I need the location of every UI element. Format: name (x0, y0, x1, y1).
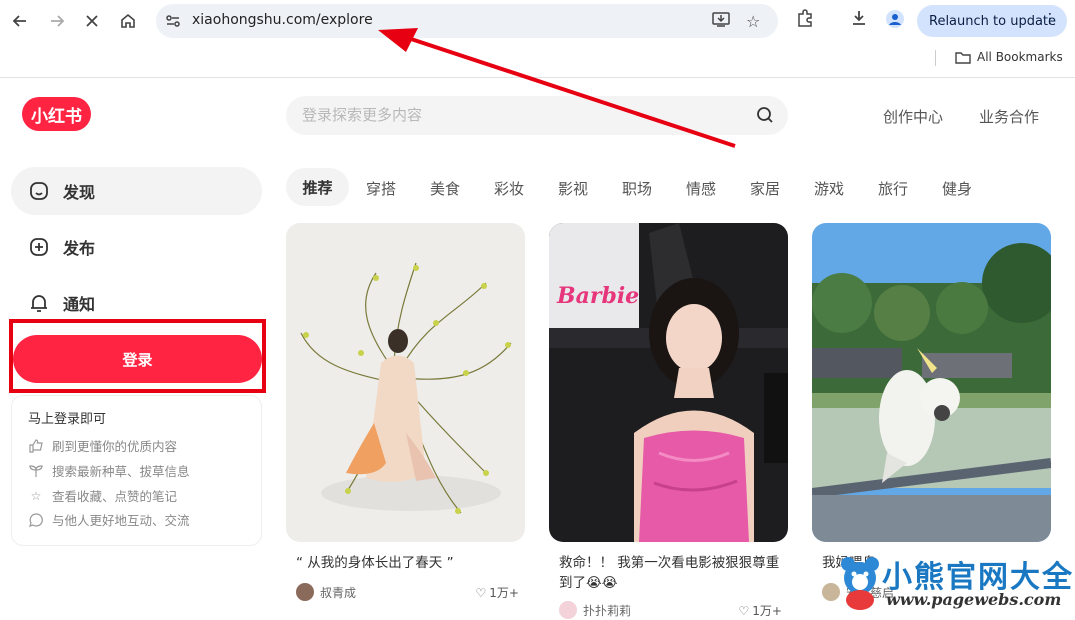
tab-travel[interactable]: 旅行 (878, 178, 908, 199)
heart-icon[interactable]: ♡ (476, 586, 487, 600)
login-prompt-card: 马上登录即可 刷到更懂你的优质内容 搜索最新种草、拔草信息 ☆ 查看收藏、点赞的… (11, 395, 262, 546)
login-tip-text: 搜索最新种草、拔草信息 (52, 464, 190, 479)
more-menu-icon[interactable]: ⋮ (1043, 11, 1057, 27)
tab-home[interactable]: 家居 (750, 178, 780, 199)
login-tip-text: 查看收藏、点赞的笔记 (52, 489, 178, 504)
install-app-icon[interactable] (712, 12, 730, 32)
extensions-icon[interactable] (796, 9, 814, 31)
all-bookmarks-label: All Bookmarks (977, 50, 1063, 64)
login-tip-text: 刷到更懂你的优质内容 (52, 439, 178, 454)
watermark: 小熊官网大全 www.pagewebs.com (836, 552, 1075, 616)
divider (0, 77, 1075, 78)
bell-icon (29, 293, 49, 313)
logo-text: 小红书 (31, 106, 82, 127)
post-image[interactable] (812, 223, 1051, 542)
plus-square-icon (29, 237, 49, 257)
login-tip: 刷到更懂你的优质内容 (28, 436, 177, 455)
author-name[interactable]: 扑扑莉莉 (583, 602, 631, 619)
sidebar-item-label: 通知 (63, 295, 96, 314)
search-icon[interactable] (756, 106, 774, 124)
avatar[interactable] (296, 583, 314, 601)
sidebar-item-discover[interactable]: 发现 (11, 167, 262, 215)
like-button[interactable]: ♡ 1万+ (476, 584, 519, 601)
post-image[interactable]: Barbie (549, 223, 788, 542)
tab-outfit[interactable]: 穿搭 (366, 178, 396, 199)
login-button[interactable]: 登录 (13, 335, 262, 383)
home-icon[interactable] (115, 8, 141, 34)
like-count: 1万+ (752, 604, 782, 618)
tab-games[interactable]: 游戏 (814, 178, 844, 199)
avatar[interactable] (559, 601, 577, 619)
site-logo[interactable]: 小红书 (22, 97, 91, 131)
url-text[interactable]: xiaohongshu.com/explore (192, 12, 373, 28)
home-icon (29, 181, 49, 201)
star-icon: ☆ (30, 488, 42, 503)
all-bookmarks-button[interactable]: All Bookmarks (955, 50, 1063, 64)
tab-makeup[interactable]: 彩妆 (494, 178, 524, 199)
login-tip-text: 与他人更好地互动、交流 (52, 513, 190, 528)
relaunch-label: Relaunch to update (929, 13, 1057, 29)
login-tip: 与他人更好地互动、交流 (28, 510, 190, 529)
post-title[interactable]: “ 从我的身体长出了春天 ” (296, 553, 521, 573)
relaunch-button[interactable]: Relaunch to update ⋮ (917, 5, 1067, 37)
stop-icon[interactable] (79, 8, 105, 34)
chat-icon (28, 512, 44, 528)
folder-icon (955, 51, 971, 64)
sidebar-item-label: 发现 (63, 183, 96, 202)
tab-emotion[interactable]: 情感 (686, 178, 716, 199)
tab-fitness[interactable]: 健身 (942, 178, 972, 199)
bear-mascot-icon (841, 557, 879, 610)
downloads-icon[interactable] (850, 9, 868, 31)
login-tip: 搜索最新种草、拔草信息 (28, 461, 190, 480)
search-bar[interactable] (286, 96, 788, 135)
like-button[interactable]: ♡ 1万+ (739, 602, 782, 619)
post-image[interactable] (286, 223, 525, 542)
watermark-url: www.pagewebs.com (886, 590, 1062, 609)
bookmark-star-icon[interactable]: ☆ (746, 12, 760, 31)
like-count: 1万+ (489, 586, 519, 600)
post-author[interactable]: 扑扑莉莉 (559, 601, 631, 619)
thumbs-up-icon (28, 438, 44, 454)
sidebar-item-publish[interactable]: 发布 (11, 223, 262, 271)
profile-icon[interactable] (885, 9, 905, 33)
business-link[interactable]: 业务合作 (979, 106, 1039, 127)
tab-recommend[interactable]: 推荐 (286, 168, 349, 206)
sprout-icon (28, 463, 44, 479)
search-input[interactable] (302, 106, 742, 124)
author-name[interactable]: 叔青成 (320, 584, 356, 601)
sidebar-item-label: 发布 (63, 239, 96, 258)
login-tip: ☆ 查看收藏、点赞的笔记 (28, 486, 177, 505)
post-author[interactable]: 叔青成 (296, 583, 356, 601)
login-prompt-title: 马上登录即可 (28, 412, 107, 427)
back-icon[interactable] (7, 8, 33, 34)
heart-icon[interactable]: ♡ (739, 604, 750, 618)
site-settings-icon[interactable] (164, 12, 182, 30)
tab-food[interactable]: 美食 (430, 178, 460, 199)
tab-movies[interactable]: 影视 (558, 178, 588, 199)
browser-toolbar: xiaohongshu.com/explore ☆ Relaunch to up… (0, 0, 1075, 78)
divider (935, 50, 936, 66)
barbie-logo-text: Barbie (556, 283, 639, 309)
address-bar[interactable]: xiaohongshu.com/explore ☆ (156, 4, 778, 38)
post-title[interactable]: 救命！！ 我第一次看电影被狠狠尊重到了😭😭 (559, 553, 784, 593)
creator-center-link[interactable]: 创作中心 (883, 106, 943, 127)
tab-workplace[interactable]: 职场 (622, 178, 652, 199)
forward-icon[interactable] (44, 8, 70, 34)
